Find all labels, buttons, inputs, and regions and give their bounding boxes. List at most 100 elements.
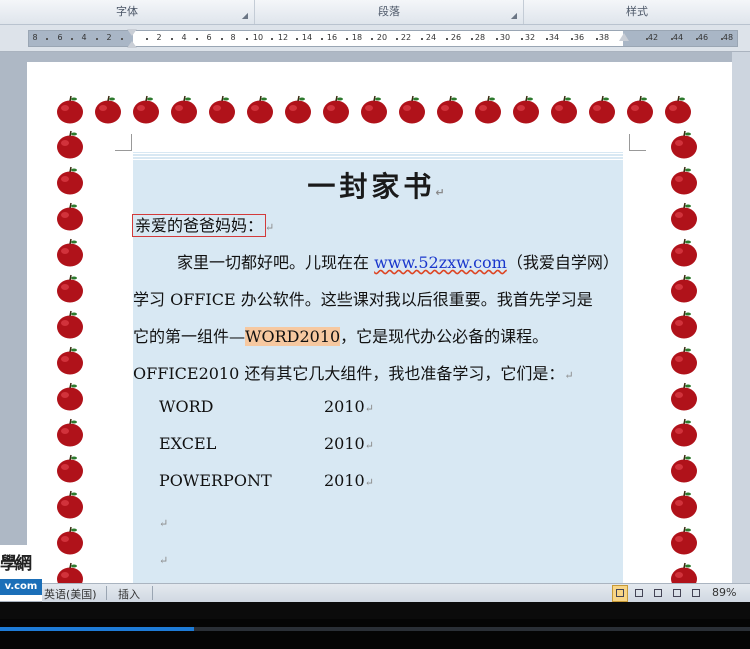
watermark-en-text: v.com: [0, 579, 42, 595]
body-text: 学习 OFFICE 办公软件。这些课对我以后很重要。我首先学习是: [133, 290, 593, 309]
component-name: EXCEL: [159, 434, 217, 453]
apple-border-icon: [55, 202, 85, 232]
empty-line[interactable]: ↵: [159, 512, 168, 531]
apple-border-icon: [359, 95, 389, 125]
apple-border-icon: [669, 166, 699, 196]
greeting-line[interactable]: 亲爱的爸爸妈妈： ↵: [131, 212, 275, 237]
ruler-tick-label: 28: [474, 33, 486, 42]
component-version: 2010: [324, 434, 365, 453]
paragraph-mark: ↵: [265, 221, 275, 234]
apple-border-icon: [55, 382, 85, 412]
paragraph-group: 段落 ◢: [255, 0, 524, 24]
component-version: 2010: [324, 471, 365, 490]
document-title[interactable]: 一封家书↵: [133, 165, 623, 205]
apple-border-icon: [669, 238, 699, 268]
full-screen-reading-view-button[interactable]: [631, 585, 647, 602]
ruler-tick-label: 6: [57, 33, 63, 42]
right-indent-marker[interactable]: [619, 33, 629, 41]
apple-border-icon: [549, 95, 579, 125]
body-line-1[interactable]: 家里一切都好吧。儿现在在 www.52zxw.com（我爱自学网）: [177, 249, 619, 273]
ruler-tick-label: 26: [450, 33, 462, 42]
website-link[interactable]: www.52zxw.com: [374, 253, 507, 272]
apple-border-icon: [663, 95, 693, 125]
ribbon-group-labels: 字体 ◢ 段落 ◢ 样式: [0, 0, 750, 25]
body-text: （我爱自学网）: [506, 253, 619, 272]
insert-mode-status[interactable]: 插入: [118, 586, 140, 602]
ruler-tick-label: 12: [277, 33, 289, 42]
ruler-tick-label: 42: [647, 33, 659, 42]
ruler-dot: [571, 38, 573, 40]
ruler-tick-label: 30: [499, 33, 511, 42]
ruler-tick-label: 10: [252, 33, 264, 42]
apple-border-icon: [55, 238, 85, 268]
horizontal-ruler-area: 8 6 4 2 2 4 6 8 10 12 14 16 18 20 22 24 26 28 30 32 34 36 38 42…: [0, 25, 750, 51]
ruler-dot: [171, 38, 173, 40]
print-layout-view-button[interactable]: [612, 585, 628, 602]
ruler-tick-label: 44: [672, 33, 684, 42]
styles-group-label: 样式: [626, 5, 648, 18]
apple-border-icon: [55, 310, 85, 340]
title-rule-lines: [133, 151, 623, 161]
ruler-tick-label: 48: [722, 33, 734, 42]
ruler-dot: [96, 38, 98, 40]
apple-border-icon: [669, 562, 699, 584]
ruler-dot: [196, 38, 198, 40]
ruler-dot: [421, 38, 423, 40]
component-row[interactable]: POWERPONT 2010↵: [159, 471, 374, 490]
apple-border-icon: [669, 382, 699, 412]
apple-border-icon: [55, 418, 85, 448]
ruler-tick-label: 32: [524, 33, 536, 42]
ruler-tick-label: 22: [400, 33, 412, 42]
component-row[interactable]: EXCEL 2010↵: [159, 434, 374, 453]
ruler-dot: [721, 38, 723, 40]
apple-border-icon: [669, 418, 699, 448]
apple-border-icon: [435, 95, 465, 125]
component-row[interactable]: WORD 2010↵: [159, 397, 374, 416]
paragraph-mark: ↵: [435, 186, 449, 199]
apple-border-icon: [669, 130, 699, 160]
apple-border-icon: [131, 95, 161, 125]
apple-border-icon: [625, 95, 655, 125]
ruler-dot: [146, 38, 148, 40]
apple-border-icon: [55, 490, 85, 520]
apple-border-icon: [169, 95, 199, 125]
component-name: POWERPONT: [159, 471, 272, 490]
ruler-dot: [271, 38, 273, 40]
zoom-level[interactable]: 89%: [712, 586, 736, 599]
paragraph-mark: ↵: [159, 554, 169, 567]
ruler-dot: [121, 38, 123, 40]
vertical-scrollbar[interactable]: [732, 52, 750, 584]
empty-line[interactable]: ↵: [159, 549, 168, 568]
document-workspace: 一封家书↵ 亲爱的爸爸妈妈： ↵ 家里一切都好吧。儿现在在 www.52zxw.c…: [0, 52, 750, 584]
ruler-dot: [321, 38, 323, 40]
document-page[interactable]: 一封家书↵ 亲爱的爸爸妈妈： ↵ 家里一切都好吧。儿现在在 www.52zxw.c…: [27, 62, 732, 584]
apple-border-icon: [55, 346, 85, 376]
styles-group: 样式: [524, 0, 750, 24]
ruler-dot: [396, 38, 398, 40]
web-layout-view-button[interactable]: [650, 585, 666, 602]
status-separator: [152, 586, 153, 600]
ruler-tick-label: 8: [32, 33, 38, 42]
ruler-tick-label: 18: [351, 33, 363, 42]
ruler-dot: [296, 38, 298, 40]
crop-mark-tl: [115, 134, 132, 151]
watermark-cn-text: 學網: [0, 554, 32, 574]
ruler-tick-label: 8: [230, 33, 236, 42]
ruler-dot: [646, 38, 648, 40]
ruler-dot: [696, 38, 698, 40]
body-line-3[interactable]: 它的第一组件—WORD2010，它是现代办公必备的课程。: [133, 323, 548, 347]
ruler-tick-label: 4: [181, 33, 187, 42]
draft-view-button[interactable]: [688, 585, 704, 602]
apple-border-icon: [283, 95, 313, 125]
outline-view-button[interactable]: [669, 585, 685, 602]
apple-border-icon: [207, 95, 237, 125]
body-line-4[interactable]: OFFICE2010 还有其它几大组件，我也准备学习，它们是：↵: [133, 360, 574, 384]
first-line-indent-marker[interactable]: [127, 27, 137, 49]
ruler-tick-label: 20: [376, 33, 388, 42]
body-line-2[interactable]: 学习 OFFICE 办公软件。这些课对我以后很重要。我首先学习是: [133, 286, 593, 310]
status-separator: [106, 586, 107, 600]
status-bar: 英语(美国) 插入 89%: [42, 583, 750, 603]
paragraph-mark: ↵: [364, 402, 374, 415]
language-status[interactable]: 英语(美国): [44, 586, 97, 602]
apple-border-icon: [245, 95, 275, 125]
